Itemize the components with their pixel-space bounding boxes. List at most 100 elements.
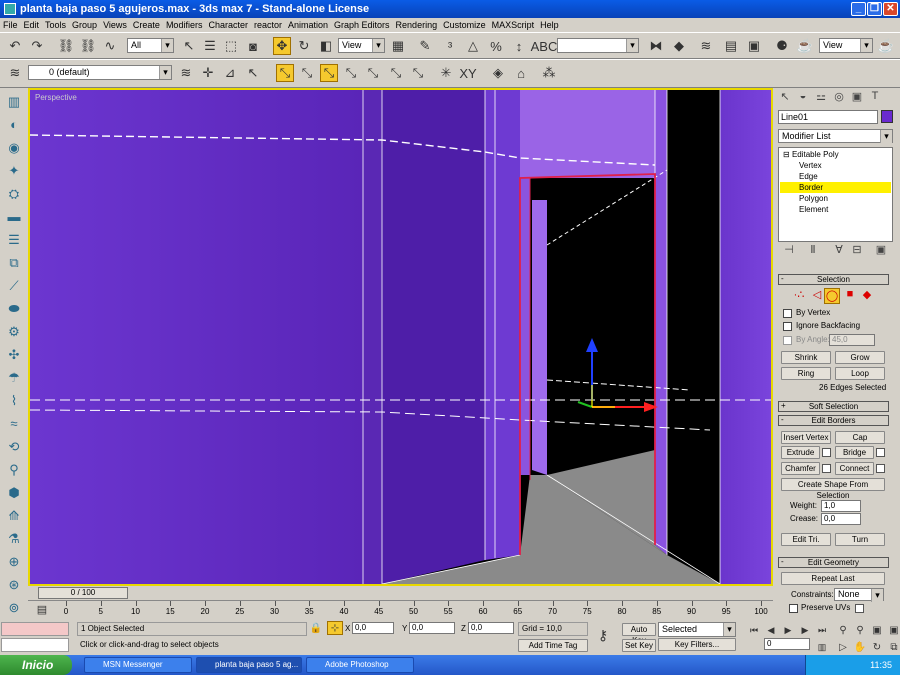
ring-button[interactable]: Ring: [781, 367, 831, 380]
connect-settings-icon[interactable]: [876, 464, 885, 473]
preserve-uvs-checkbox[interactable]: [789, 604, 798, 613]
key-filters-button[interactable]: Key Filters...: [658, 638, 736, 651]
ik-tool-2-icon[interactable]: ⤡: [298, 64, 316, 82]
repeat-last-button[interactable]: Repeat Last: [781, 572, 885, 585]
insert-vertex-button[interactable]: Insert Vertex: [781, 431, 831, 444]
link-icon[interactable]: ⛓: [57, 37, 75, 55]
maxscript-listener-bottom[interactable]: [1, 638, 69, 652]
tool-10-icon[interactable]: ⬬: [4, 301, 24, 319]
time-slider-track[interactable]: 0 / 100: [30, 587, 771, 600]
tool-19-icon[interactable]: ⟰: [4, 508, 24, 526]
minimize-button[interactable]: _: [851, 2, 866, 16]
prev-frame-icon[interactable]: ◀: [762, 621, 780, 639]
ik-tool-8-icon[interactable]: ✳: [437, 64, 455, 82]
motion-tab-icon[interactable]: ◎: [831, 90, 847, 106]
grow-button[interactable]: Grow: [835, 351, 885, 364]
menu-customize[interactable]: Customize: [443, 20, 486, 30]
menu-views[interactable]: Views: [103, 20, 127, 30]
vertex-mode-icon[interactable]: ·∴: [791, 288, 807, 304]
maxscript-listener-top[interactable]: [1, 622, 69, 636]
lock-selection-icon[interactable]: 🔒: [309, 621, 323, 635]
edit-tri-button[interactable]: Edit Tri.: [781, 533, 831, 546]
absolute-mode-icon[interactable]: ⊹: [327, 621, 343, 635]
stack-item-editable-poly[interactable]: ⊟ Editable Poly: [783, 150, 839, 159]
configure-sets-icon[interactable]: ▣: [873, 243, 889, 259]
house-icon[interactable]: ⌂: [512, 64, 530, 82]
ignore-backfacing-checkbox[interactable]: [783, 322, 792, 331]
create-shape-button[interactable]: Create Shape From Selection: [781, 478, 885, 500]
ik-tool-1-icon[interactable]: ⤡: [276, 64, 294, 82]
window-crossing-icon[interactable]: ◙: [244, 37, 262, 55]
undo-icon[interactable]: ↶: [6, 37, 24, 55]
align-icon[interactable]: ◆: [670, 37, 688, 55]
by-angle-checkbox[interactable]: [783, 336, 792, 345]
chamfer-settings-icon[interactable]: [822, 464, 831, 473]
select-by-name-icon[interactable]: ☰: [201, 37, 219, 55]
schematic-view-icon[interactable]: ▣: [745, 37, 763, 55]
ik-tool-4-icon[interactable]: ⤡: [342, 64, 360, 82]
select-scale-icon[interactable]: ◧: [317, 37, 335, 55]
pin-stack-icon[interactable]: ⊣: [781, 243, 797, 259]
snap-toggle-icon[interactable]: ³: [441, 37, 459, 55]
crease-spinner[interactable]: 0,0: [821, 513, 861, 525]
select-move-icon[interactable]: ✥: [273, 37, 291, 55]
weight-spinner[interactable]: 1,0: [821, 500, 861, 512]
menu-modifiers[interactable]: Modifiers: [166, 20, 203, 30]
named-selection-dropdown[interactable]: [557, 38, 639, 53]
pivot-center-icon[interactable]: ▦: [389, 37, 407, 55]
menu-group[interactable]: Group: [72, 20, 97, 30]
bridge-button[interactable]: Bridge: [835, 446, 874, 459]
goto-start-icon[interactable]: ⏮: [745, 621, 763, 639]
dots-icon[interactable]: ⁂: [540, 64, 558, 82]
set-current-layer-icon[interactable]: ↖: [244, 64, 262, 82]
time-config-icon[interactable]: ▥: [813, 638, 831, 656]
y-coordinate-field[interactable]: 0,0: [409, 622, 455, 634]
task-photoshop[interactable]: Adobe Photoshop: [306, 657, 414, 673]
menu-edit[interactable]: Edit: [24, 20, 40, 30]
edge-mode-icon[interactable]: ◁: [809, 288, 825, 304]
menu-graph-editors[interactable]: Graph Editors: [334, 20, 390, 30]
selection-rollout[interactable]: - Selection: [778, 274, 889, 285]
object-name-field[interactable]: Line01: [778, 110, 878, 124]
zoom-icon[interactable]: ⚲: [834, 621, 852, 639]
render-scene-icon[interactable]: ☕: [796, 37, 814, 55]
tool-5-icon[interactable]: ⛭: [4, 186, 24, 204]
play-icon[interactable]: ▶: [779, 621, 797, 639]
material-editor-icon[interactable]: ⚈: [773, 37, 791, 55]
tool-17-icon[interactable]: ⚲: [4, 462, 24, 480]
tool-9-icon[interactable]: ⟋: [4, 278, 24, 296]
menu-tools[interactable]: Tools: [45, 20, 66, 30]
auto-key-button[interactable]: Auto Key: [622, 623, 656, 645]
select-layer-objects-icon[interactable]: ⊿: [221, 64, 239, 82]
tool-15-icon[interactable]: ≈: [4, 416, 24, 434]
hierarchy-tab-icon[interactable]: ⚍: [813, 90, 829, 106]
constraints-dropdown[interactable]: None: [834, 588, 884, 602]
quick-render-icon[interactable]: ☕: [877, 37, 895, 55]
element-mode-icon[interactable]: ◆: [859, 288, 875, 304]
current-frame-field[interactable]: 0: [764, 638, 810, 650]
create-layer-icon[interactable]: ≋: [177, 64, 195, 82]
curve-editor-icon[interactable]: ▤: [722, 37, 740, 55]
ik-tool-6-icon[interactable]: ⤡: [387, 64, 405, 82]
menu-rendering[interactable]: Rendering: [396, 20, 438, 30]
loop-button[interactable]: Loop: [835, 367, 885, 380]
tool-2-icon[interactable]: ◐: [4, 117, 24, 135]
layers-icon[interactable]: ≋: [6, 64, 24, 82]
maximize-viewport-icon[interactable]: ⧉: [885, 638, 900, 656]
zoom-extents-icon[interactable]: ▣: [868, 621, 886, 639]
xy-icon[interactable]: XY: [459, 64, 477, 82]
tool-16-icon[interactable]: ⟲: [4, 439, 24, 457]
menu-maxscript[interactable]: MAXScript: [492, 20, 535, 30]
selection-filter-dropdown[interactable]: All: [127, 38, 174, 53]
add-to-layer-icon[interactable]: ✛: [199, 64, 217, 82]
redo-icon[interactable]: ↷: [28, 37, 46, 55]
object-color-swatch[interactable]: [881, 110, 893, 123]
percent-snap-icon[interactable]: %: [487, 37, 505, 55]
by-angle-spinner[interactable]: 45,0: [829, 334, 875, 346]
tool-6-icon[interactable]: ▬: [4, 209, 24, 227]
bind-spacewarp-icon[interactable]: ∿: [101, 37, 119, 55]
show-end-result-icon[interactable]: Ⅱ: [805, 243, 821, 259]
tool-22-icon[interactable]: ⊛: [4, 577, 24, 595]
rect-selection-icon[interactable]: ⬚: [222, 37, 240, 55]
tool-4-icon[interactable]: ✦: [4, 163, 24, 181]
